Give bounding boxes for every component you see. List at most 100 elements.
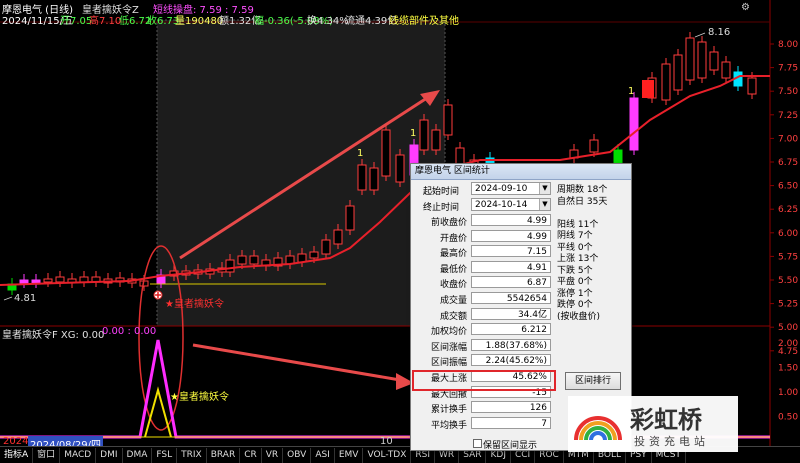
summary-item: (按收盘价): [557, 311, 601, 322]
tab-asi[interactable]: ASI: [311, 447, 335, 463]
candle-body: [237, 255, 247, 265]
summary-item: 自然日 35天: [557, 196, 608, 207]
candle-body: [661, 63, 671, 101]
rainbow-icon: [574, 416, 622, 441]
chevron-down-icon[interactable]: ▼: [539, 183, 550, 194]
tab-macd[interactable]: MACD: [60, 447, 97, 463]
stat-label: 前收盘价: [430, 218, 467, 228]
quote-volume: 量190480: [175, 16, 224, 27]
stat-label: 区间涨幅: [430, 342, 467, 353]
sub-price-tick: 1.00: [778, 388, 798, 398]
quote-sector[interactable]: 线缆部件及其他: [389, 12, 459, 27]
tab-emv[interactable]: EMV: [335, 447, 364, 463]
quote-info-bar: 摩恩电气 (日线) 皇者擒妖令Z 短线操盘: 7.59 : 7.59 2024/…: [0, 0, 800, 27]
end-time-value: 2024-10-14: [475, 200, 528, 210]
end-time-select[interactable]: 2024-10-14 ▼: [471, 198, 551, 211]
tab--a[interactable]: 指标A: [0, 447, 34, 463]
price-tick: 5.00: [778, 323, 798, 333]
tab--[interactable]: 窗口: [33, 447, 61, 463]
stat-label: 平均换手: [430, 420, 467, 431]
candle-body: [709, 51, 719, 71]
price-tick: 6.25: [778, 205, 798, 215]
stat-value: 5542654: [471, 292, 551, 304]
stat-label: 加权均价: [430, 327, 467, 338]
candle-body: [321, 239, 331, 255]
price-tick: 7.75: [778, 64, 798, 74]
candle-body: [357, 164, 367, 191]
high-price-mark: 8.16: [708, 27, 731, 38]
tab-brar[interactable]: BRAR: [207, 447, 241, 463]
stat-value: 6.212: [471, 323, 551, 336]
stat-label: 最高价: [439, 249, 467, 260]
sub-indicator-name[interactable]: 皇者擒妖令F XG: 0.00: [2, 326, 104, 341]
candle-body: [345, 205, 355, 231]
chevron-down-icon[interactable]: ▼: [539, 199, 550, 210]
stat-value: 4.99: [471, 214, 551, 226]
candle-body: [419, 119, 429, 151]
rainbow-bridge-logo: 彩虹桥 投资充电站: [568, 396, 738, 452]
candle-body: [309, 251, 319, 259]
pointer-arrow: [192, 343, 401, 382]
start-time-label: 起始时间: [423, 187, 460, 197]
candle-body: [333, 229, 343, 245]
candle-body: [443, 104, 453, 136]
logo-subtitle: 投资充电站: [634, 435, 709, 448]
candle-body: [685, 37, 695, 81]
stat-value: 126: [471, 401, 551, 414]
price-tick: 7.50: [778, 87, 798, 97]
stat-value: 34.4亿: [471, 307, 551, 320]
limit-up-candle: [642, 80, 654, 98]
logo-name: 彩虹桥: [630, 405, 702, 434]
main-kline-chart[interactable]: 8.00 7.75 7.50 7.25 7.00 6.75 6.50 6.25 6.00 5.75…: [0, 0, 800, 446]
price-tick: 7.25: [778, 111, 798, 121]
tab-trix[interactable]: TRIX: [177, 447, 207, 463]
stat-value: 7: [471, 416, 551, 429]
stat-label: 开盘价: [439, 233, 467, 244]
stat-label: 收盘价: [439, 280, 467, 291]
price-tick: 7.00: [778, 134, 798, 144]
settings-gear-icon[interactable]: ⚙: [741, 2, 750, 13]
tab-vol-tdx[interactable]: VOL-TDX: [363, 447, 412, 463]
candle-body: [395, 154, 405, 183]
sub-annotation: ★皇者擒妖令: [170, 392, 229, 403]
candle-body: [19, 279, 29, 284]
price-tick: 8.00: [778, 40, 798, 50]
candle-body: [629, 97, 639, 151]
sub-price-tick: 0.50: [778, 413, 798, 423]
tab-cr[interactable]: CR: [240, 447, 262, 463]
candle-body: [381, 129, 391, 177]
price-tick: 5.75: [778, 252, 798, 262]
quote-open: 开7.05: [60, 16, 93, 27]
candle-body: [721, 61, 731, 79]
highlight-max-rise-box: [412, 370, 556, 391]
candle-body: [55, 276, 65, 283]
signal-mark-3: 1: [628, 86, 635, 97]
dialog-title[interactable]: 摩恩电气 区间统计: [411, 164, 631, 180]
stat-label: 累计换手: [430, 405, 467, 416]
candle-body: [747, 77, 757, 95]
candle-body: [613, 149, 623, 164]
start-time-select[interactable]: 2024-09-10 ▼: [471, 182, 551, 195]
price-tick: 5.50: [778, 276, 798, 286]
candle-body: [249, 255, 259, 265]
sub-price-tick: 1.50: [778, 364, 798, 374]
candle-body: [431, 129, 441, 151]
stat-value: 7.15: [471, 245, 551, 258]
candle-body: [589, 139, 599, 153]
main-annotation: ★皇者擒妖令: [165, 299, 224, 310]
tab-dma[interactable]: DMA: [123, 447, 153, 463]
stat-value: 6.87: [471, 276, 551, 289]
keep-range-checkbox[interactable]: [473, 439, 482, 448]
stat-value: 4.91: [471, 260, 551, 273]
tab-obv[interactable]: OBV: [283, 447, 312, 463]
quote-high: 高7.10: [89, 16, 122, 27]
tab-fsl[interactable]: FSL: [152, 447, 178, 463]
stat-label: 成交额: [439, 311, 467, 322]
tab-vr[interactable]: VR: [262, 447, 284, 463]
tab-dmi[interactable]: DMI: [96, 447, 123, 463]
price-tick: 6.00: [778, 229, 798, 239]
candle-body: [43, 278, 53, 283]
range-ranking-button[interactable]: 区间排行: [565, 372, 621, 390]
candle-body: [31, 279, 41, 284]
signal-mark-2: 1: [410, 128, 417, 139]
